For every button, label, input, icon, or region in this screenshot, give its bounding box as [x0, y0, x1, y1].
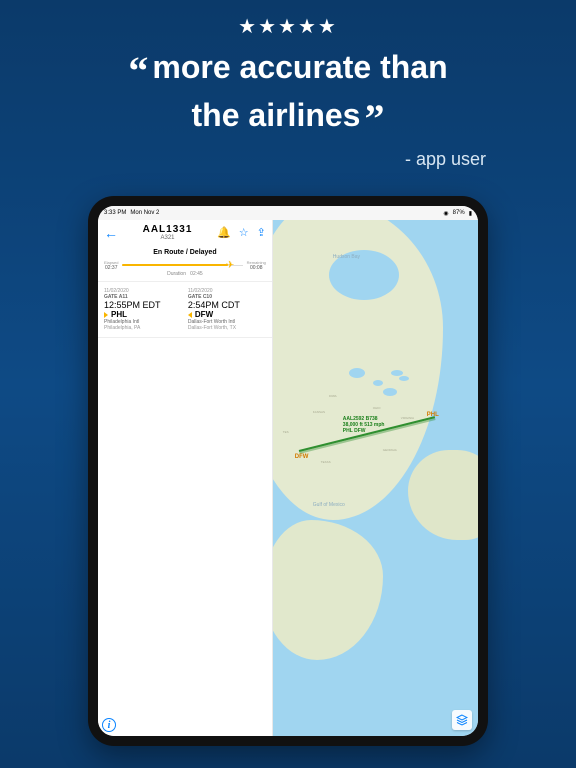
state-label: OHIO: [373, 406, 381, 410]
arrival-block: 11/02/2020 GATE C10 2:54PM CDT DFW Dalla…: [188, 288, 266, 331]
leg-info: 11/02/2020 GATE A11 12:55PM EDT PHL Phil…: [98, 282, 272, 337]
arr-city: Dallas-Fort Worth, TX: [188, 325, 266, 331]
map-flight-label3: PHL DFW: [343, 428, 366, 434]
rating-stars: ★★★★★: [0, 14, 576, 39]
flight-panel: ← AAL1331 A321 🔔 ☆ ⇪ En Route / Delayed: [98, 220, 273, 736]
arr-time: 2:54PM CDT: [188, 300, 266, 310]
state-label: KANSAS: [313, 410, 325, 414]
status-bar: 3:33 PM Mon Nov 2 ◉ 87% ▮: [98, 206, 478, 220]
departure-icon: [104, 312, 108, 318]
map-label-gulf: Gulf of Mexico: [313, 502, 345, 508]
map-arr-code: DFW: [295, 454, 309, 460]
state-label: TES: [283, 430, 289, 434]
map-dep-code: PHL: [427, 412, 439, 418]
state-label: VIRGINIA: [401, 416, 414, 420]
wifi-icon: ◉: [443, 210, 448, 217]
status-time: 3:33 PM: [104, 210, 126, 216]
dep-code: PHL: [104, 310, 182, 319]
flight-callsign: AAL1331: [118, 224, 217, 235]
dep-city: Philadelphia, PA: [104, 325, 182, 331]
flight-aircraft: A321: [118, 235, 217, 241]
plane-icon: ✈: [226, 260, 234, 271]
screen: 3:33 PM Mon Nov 2 ◉ 87% ▮ ← AAL1331 A321: [98, 206, 478, 736]
status-date: Mon Nov 2: [130, 210, 159, 216]
duration-value: 02:45: [190, 271, 203, 277]
flight-status: En Route / Delayed: [98, 249, 272, 256]
arr-code: DFW: [188, 310, 266, 319]
arrival-icon: [188, 312, 192, 318]
map-layers-button[interactable]: [452, 710, 472, 730]
share-icon[interactable]: ⇪: [257, 226, 266, 239]
info-icon[interactable]: i: [102, 718, 116, 732]
battery-icon: ▮: [469, 210, 472, 217]
dep-time: 12:55PM EDT: [104, 300, 182, 310]
state-label: IOWA: [329, 394, 337, 398]
promo-attribution: - app user: [0, 149, 576, 170]
back-button[interactable]: ←: [104, 225, 118, 241]
map-view[interactable]: Hudson Bay Gulf of Mexico DFW PHL AAL259…: [273, 220, 478, 736]
device-frame: 3:33 PM Mon Nov 2 ◉ 87% ▮ ← AAL1331 A321: [88, 196, 488, 746]
bell-icon[interactable]: 🔔: [217, 226, 231, 239]
state-label: GEORGIA: [383, 448, 397, 452]
battery-pct: 87%: [453, 210, 465, 216]
star-icon[interactable]: ☆: [239, 226, 249, 239]
state-label: TEXAS: [321, 460, 331, 464]
promo-quote: “more accurate than the airlines”: [0, 47, 576, 143]
duration-label: Duration: [167, 271, 186, 277]
map-label-hudson: Hudson Bay: [333, 254, 360, 260]
departure-block: 11/02/2020 GATE A11 12:55PM EDT PHL Phil…: [104, 288, 182, 331]
